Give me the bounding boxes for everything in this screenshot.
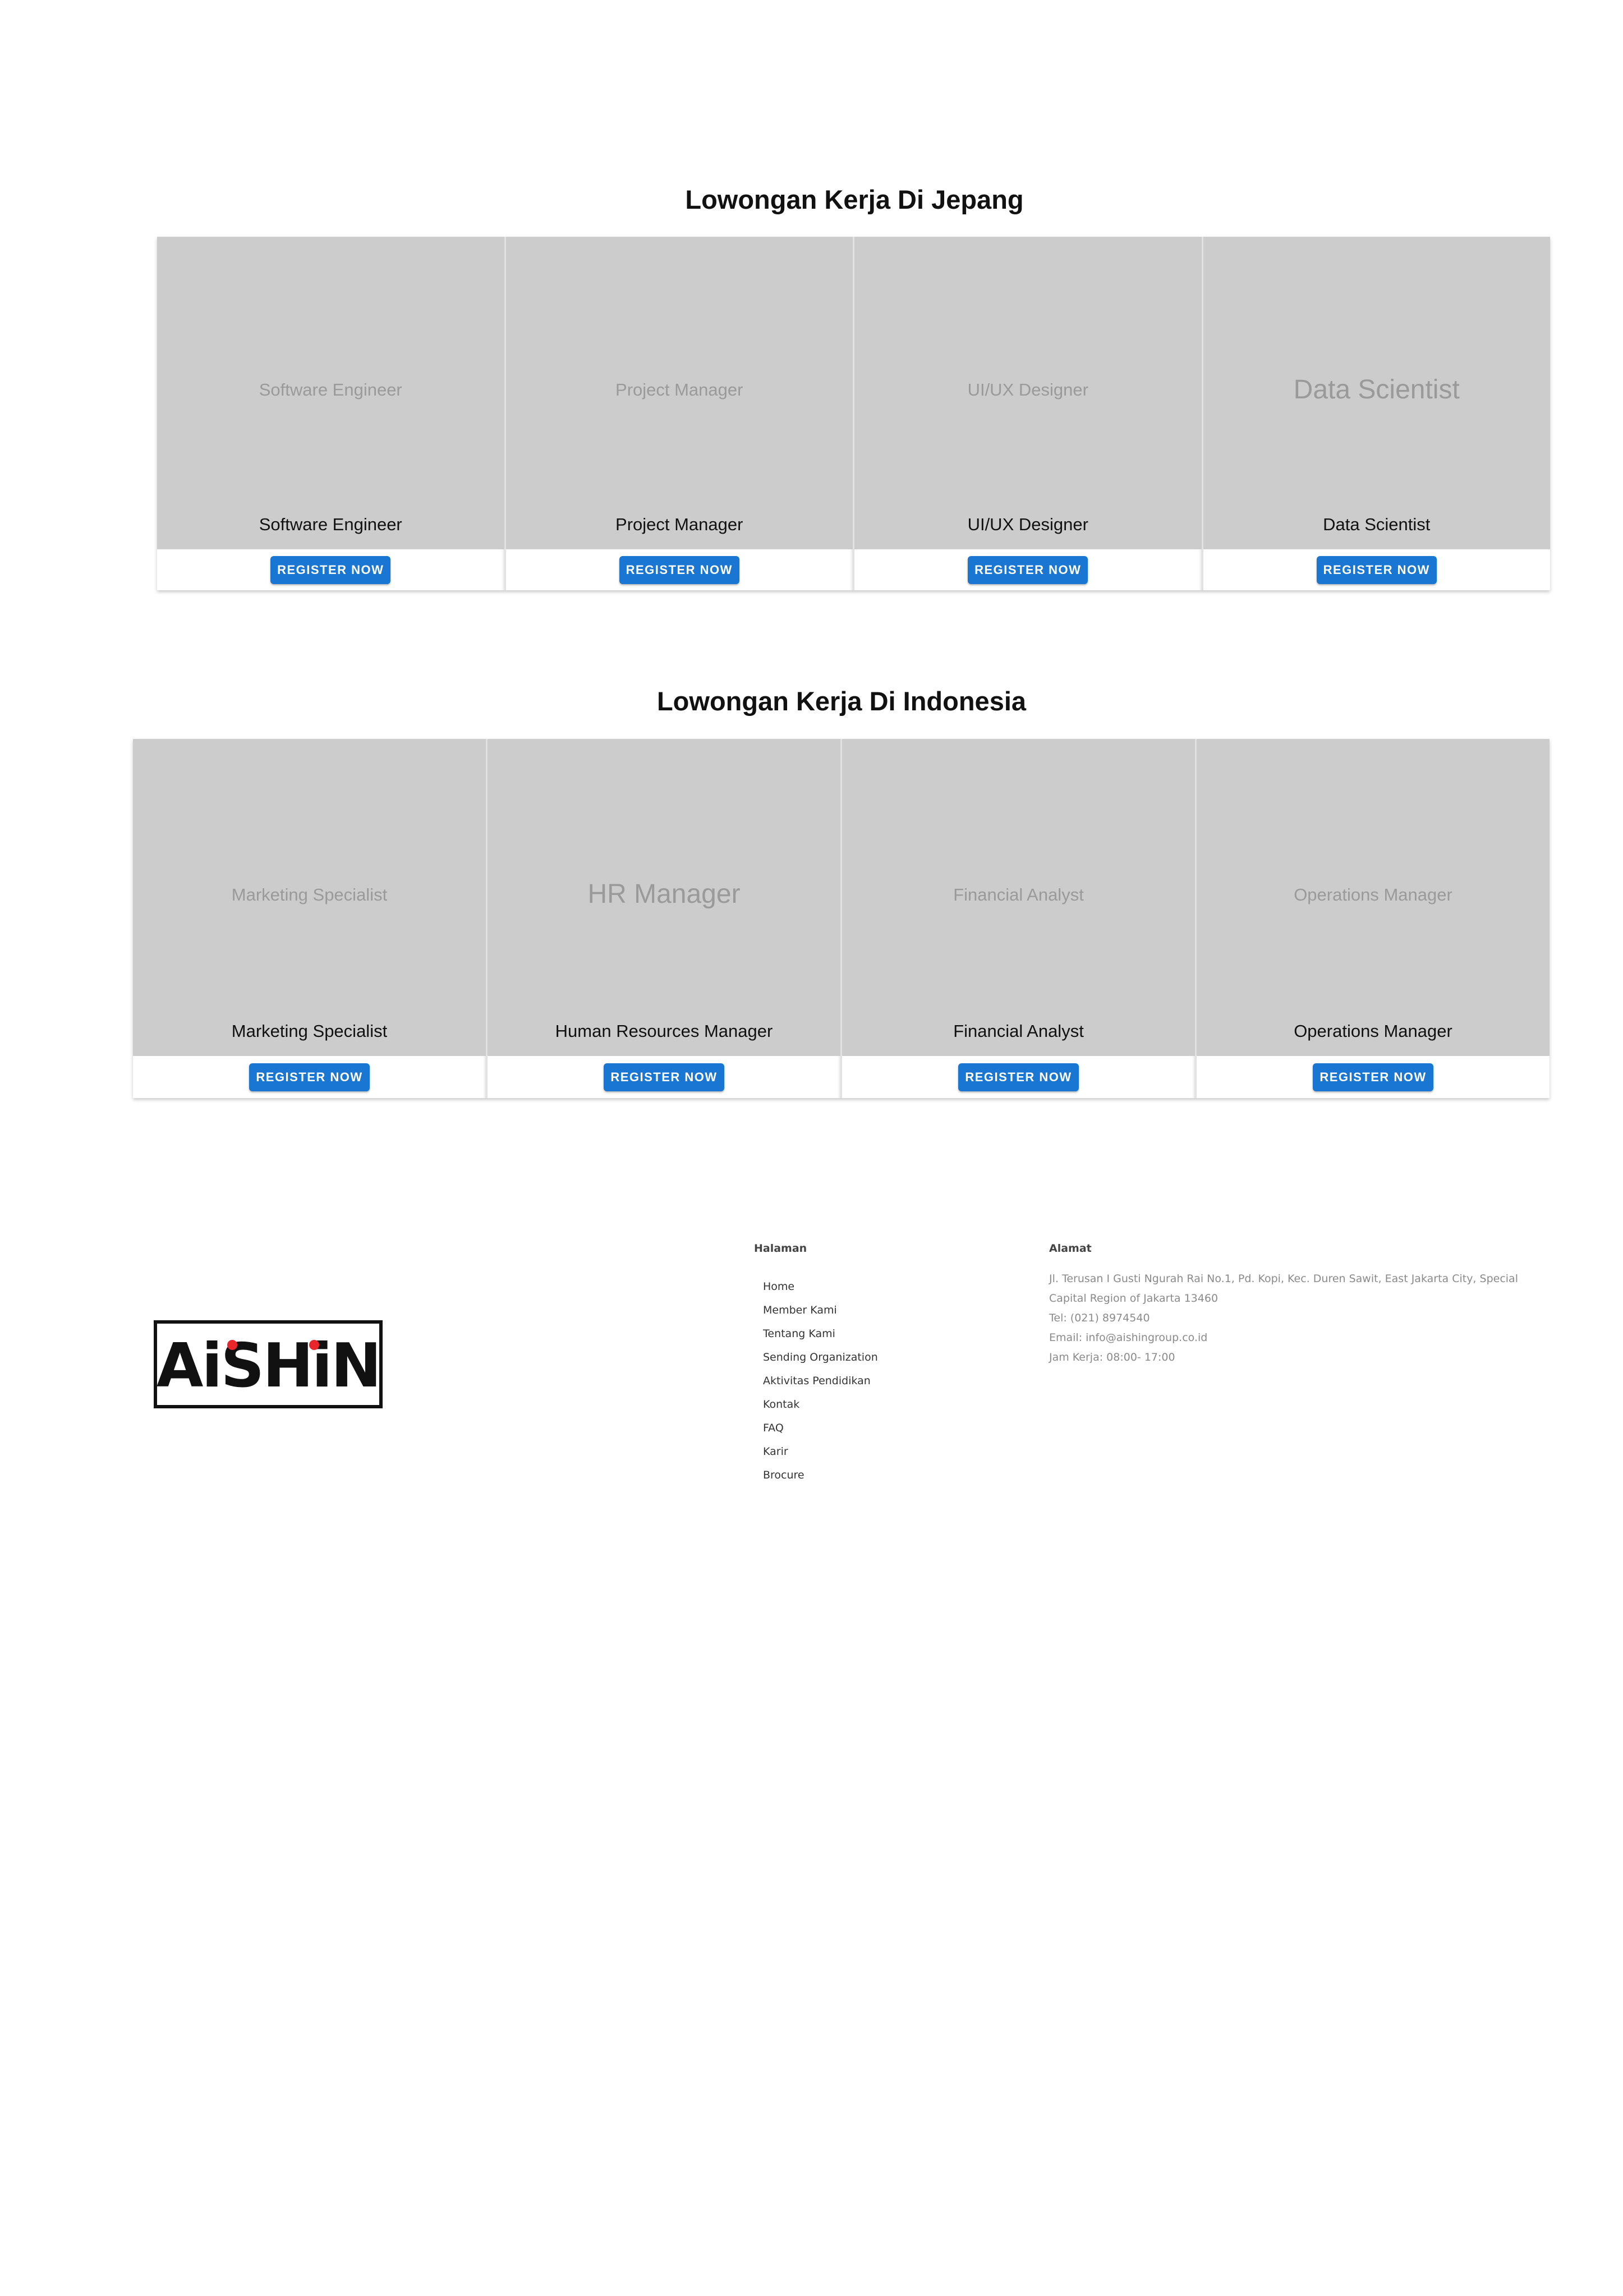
footer-link-sending-organization[interactable]: Sending Organization — [763, 1351, 878, 1363]
job-card: UI/UX Designer UI/UX Designer REGISTER N… — [853, 237, 1202, 590]
job-card: Software Engineer Software Engineer REGI… — [157, 237, 504, 590]
footer-nav: Home Member Kami Tentang Kami Sending Or… — [763, 1275, 878, 1487]
section-title-indonesia: Lowongan Kerja Di Indonesia — [656, 686, 1027, 716]
job-card-actions: REGISTER NOW — [488, 1056, 840, 1098]
job-card-title: Software Engineer — [259, 515, 402, 534]
logo-text: AiSHiN — [157, 1331, 379, 1401]
footer-link-karir[interactable]: Karir — [763, 1445, 788, 1458]
job-card-image: Software Engineer Software Engineer — [157, 237, 504, 549]
job-card-actions: REGISTER NOW — [1203, 549, 1551, 590]
aishin-logo[interactable]: AiSHiN — [154, 1320, 383, 1408]
footer-email: Email: info@aishingroup.co.id — [1049, 1331, 1208, 1344]
section-title-japan: Lowongan Kerja Di Jepang — [685, 185, 1024, 214]
job-card-image: Financial Analyst Financial Analyst — [842, 739, 1195, 1056]
job-cards-japan: Software Engineer Software Engineer REGI… — [157, 237, 1550, 590]
job-card-title: Marketing Specialist — [231, 1021, 388, 1041]
footer-hours: Jam Kerja: 08:00- 17:00 — [1049, 1351, 1175, 1363]
footer-link-tentang-kami[interactable]: Tentang Kami — [763, 1328, 835, 1340]
job-cards-indonesia: Marketing Specialist Marketing Specialis… — [133, 739, 1550, 1098]
job-card-image: Data Scientist Data Scientist — [1203, 237, 1550, 549]
job-card-image: Project Manager Project Manager — [505, 237, 853, 549]
job-card: Data Scientist Data Scientist REGISTER N… — [1201, 237, 1551, 590]
footer-link-faq[interactable]: FAQ — [763, 1422, 784, 1434]
register-now-button[interactable]: REGISTER NOW — [968, 555, 1088, 584]
job-card-actions: REGISTER NOW — [157, 549, 504, 590]
job-card-title: Data Scientist — [1323, 515, 1431, 534]
footer-link-brocure[interactable]: Brocure — [763, 1469, 804, 1481]
job-card-image-text: UI/UX Designer — [967, 380, 1088, 399]
job-card-image-text: Marketing Specialist — [231, 885, 388, 904]
job-card: Operations Manager Operations Manager RE… — [1195, 739, 1550, 1098]
job-card-image-text: Project Manager — [615, 380, 743, 399]
footer-address-block: Jl. Terusan I Gusti Ngurah Rai No.1, Pd.… — [1049, 1269, 1543, 1367]
job-card-image-text: Software Engineer — [259, 380, 402, 399]
register-now-button[interactable]: REGISTER NOW — [604, 1063, 724, 1091]
job-card: HR Manager Human Resources Manager REGIS… — [486, 739, 840, 1098]
footer-link-aktivitas-pendidikan[interactable]: Aktivitas Pendidikan — [763, 1375, 871, 1387]
footer-link-member-kami[interactable]: Member Kami — [763, 1304, 837, 1316]
register-now-button[interactable]: REGISTER NOW — [270, 555, 391, 584]
register-now-button[interactable]: REGISTER NOW — [958, 1063, 1079, 1091]
job-card: Financial Analyst Financial Analyst REGI… — [840, 739, 1195, 1098]
job-card: Marketing Specialist Marketing Specialis… — [133, 739, 486, 1098]
job-card: Project Manager Project Manager REGISTER… — [504, 237, 853, 590]
footer-link-home[interactable]: Home — [763, 1280, 794, 1293]
footer-heading-alamat: Alamat — [1049, 1242, 1092, 1255]
footer-phone: Tel: (021) 8974540 — [1049, 1312, 1150, 1324]
register-now-button[interactable]: REGISTER NOW — [249, 1063, 370, 1091]
logo-red-dot — [309, 1340, 319, 1350]
job-card-image-text: Data Scientist — [1293, 375, 1460, 405]
job-card-image: UI/UX Designer UI/UX Designer — [854, 237, 1202, 549]
job-card-image-text: Financial Analyst — [953, 885, 1084, 904]
job-card-actions: REGISTER NOW — [1197, 1056, 1550, 1098]
job-card-image-text: HR Manager — [587, 879, 741, 909]
register-now-button[interactable]: REGISTER NOW — [1313, 1063, 1433, 1091]
job-card-title: UI/UX Designer — [967, 515, 1088, 534]
logo-red-dot — [227, 1340, 237, 1350]
register-now-button[interactable]: REGISTER NOW — [1316, 555, 1437, 584]
job-card-actions: REGISTER NOW — [133, 1056, 486, 1098]
job-card-actions: REGISTER NOW — [842, 1056, 1195, 1098]
job-card-title: Operations Manager — [1294, 1021, 1452, 1041]
footer-heading-halaman: Halaman — [754, 1242, 807, 1255]
job-card-actions: REGISTER NOW — [854, 549, 1202, 590]
job-card-title: Human Resources Manager — [555, 1021, 773, 1041]
job-card-title: Financial Analyst — [953, 1021, 1084, 1041]
job-card-image: Marketing Specialist Marketing Specialis… — [133, 739, 486, 1056]
job-card-title: Project Manager — [615, 515, 743, 534]
footer-link-kontak[interactable]: Kontak — [763, 1398, 799, 1411]
job-card-actions: REGISTER NOW — [506, 549, 853, 590]
job-card-image: HR Manager Human Resources Manager — [488, 739, 840, 1056]
register-now-button[interactable]: REGISTER NOW — [619, 555, 739, 584]
job-card-image-text: Operations Manager — [1294, 885, 1452, 904]
job-card-image: Operations Manager Operations Manager — [1197, 739, 1550, 1056]
footer-address: Jl. Terusan I Gusti Ngurah Rai No.1, Pd.… — [1049, 1273, 1518, 1305]
